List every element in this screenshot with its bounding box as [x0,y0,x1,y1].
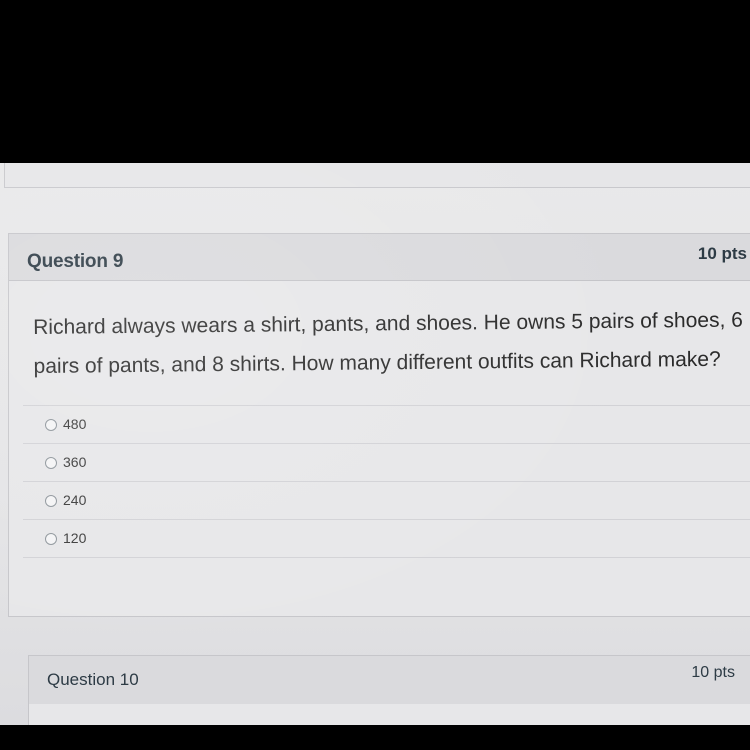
answer-label[interactable]: 240 [63,492,86,508]
question-body: Richard always wears a shirt, pants, and… [9,280,750,615]
answer-option[interactable]: 360 [23,443,750,481]
answer-option[interactable]: 120 [23,519,750,558]
answer-list: 480 360 240 120 [23,405,750,558]
radio-button-icon[interactable] [45,419,57,431]
question-title: Question 9 [27,251,124,272]
quiz-screen: Question 9 10 pts Richard always wears a… [0,163,750,725]
radio-button-icon[interactable] [45,457,57,469]
photo-frame: Question 9 10 pts Richard always wears a… [0,0,750,750]
question-text: Richard always wears a shirt, pants, and… [33,308,743,378]
answer-option[interactable]: 480 [23,405,750,443]
answer-option[interactable]: 240 [23,481,750,519]
answer-label[interactable]: 360 [63,454,86,470]
question-header: Question 10 10 pts [29,656,750,704]
radio-button-icon[interactable] [45,495,57,507]
answer-label[interactable]: 480 [63,416,86,432]
question-title: Question 10 [47,670,139,689]
question-points: 10 pts [697,244,747,263]
previous-question-card [4,163,750,188]
radio-button-icon[interactable] [45,533,57,545]
question-header: Question 9 10 pts [9,234,750,281]
answer-label[interactable]: 120 [63,530,86,546]
next-question-card: Question 10 10 pts [28,655,750,725]
question-points: 10 pts [691,664,735,681]
question-card: Question 9 10 pts Richard always wears a… [8,233,750,617]
